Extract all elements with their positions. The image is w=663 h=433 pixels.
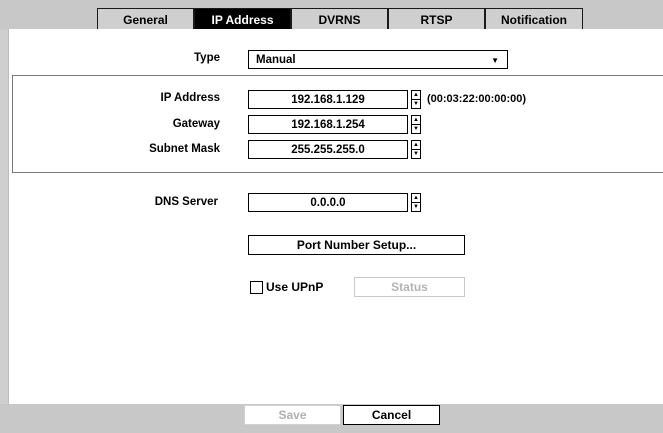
ip-address-label: IP Address (160, 92, 220, 104)
mac-address: (00:03:22:00:00:00) (427, 93, 527, 105)
ip-address-field[interactable]: 192.168.1.129 (248, 90, 408, 109)
ip-address-stepper[interactable]: ▲ ▼ (411, 90, 421, 109)
type-label: Type (194, 52, 220, 64)
dns-server-field[interactable]: 0.0.0.0 (248, 193, 408, 212)
spin-up-icon[interactable]: ▲ (412, 116, 420, 125)
spin-down-icon[interactable]: ▼ (412, 125, 420, 133)
spin-up-icon[interactable]: ▲ (412, 141, 420, 150)
chevron-down-icon: ▼ (491, 56, 499, 65)
tab-dvrns[interactable]: DVRNS (291, 8, 388, 30)
subnet-mask-label: Subnet Mask (149, 143, 220, 155)
type-select[interactable]: Manual ▼ (248, 50, 508, 69)
use-upnp-label: Use UPnP (266, 280, 324, 294)
status-button[interactable]: Status (354, 277, 465, 297)
tab-general[interactable]: General (97, 8, 194, 30)
dns-server-label: DNS Server (154, 196, 218, 208)
tab-rtsp[interactable]: RTSP (388, 8, 485, 30)
spin-down-icon[interactable]: ▼ (412, 150, 420, 158)
gateway-stepper[interactable]: ▲ ▼ (411, 115, 421, 134)
port-number-setup-button[interactable]: Port Number Setup... (248, 235, 465, 255)
subnet-mask-stepper[interactable]: ▲ ▼ (411, 140, 421, 159)
cancel-button[interactable]: Cancel (343, 405, 440, 425)
gateway-field[interactable]: 192.168.1.254 (248, 115, 408, 134)
spin-down-icon[interactable]: ▼ (412, 203, 420, 211)
use-upnp-checkbox[interactable] (250, 281, 263, 294)
spin-down-icon[interactable]: ▼ (412, 100, 420, 108)
save-button[interactable]: Save (244, 405, 341, 425)
dns-server-stepper[interactable]: ▲ ▼ (411, 193, 421, 212)
subnet-mask-field[interactable]: 255.255.255.0 (248, 140, 408, 159)
tab-ip-address[interactable]: IP Address (194, 8, 291, 30)
gateway-label: Gateway (172, 118, 220, 130)
spin-up-icon[interactable]: ▲ (412, 91, 420, 100)
spin-up-icon[interactable]: ▲ (412, 194, 420, 203)
tab-notification[interactable]: Notification (485, 8, 583, 30)
